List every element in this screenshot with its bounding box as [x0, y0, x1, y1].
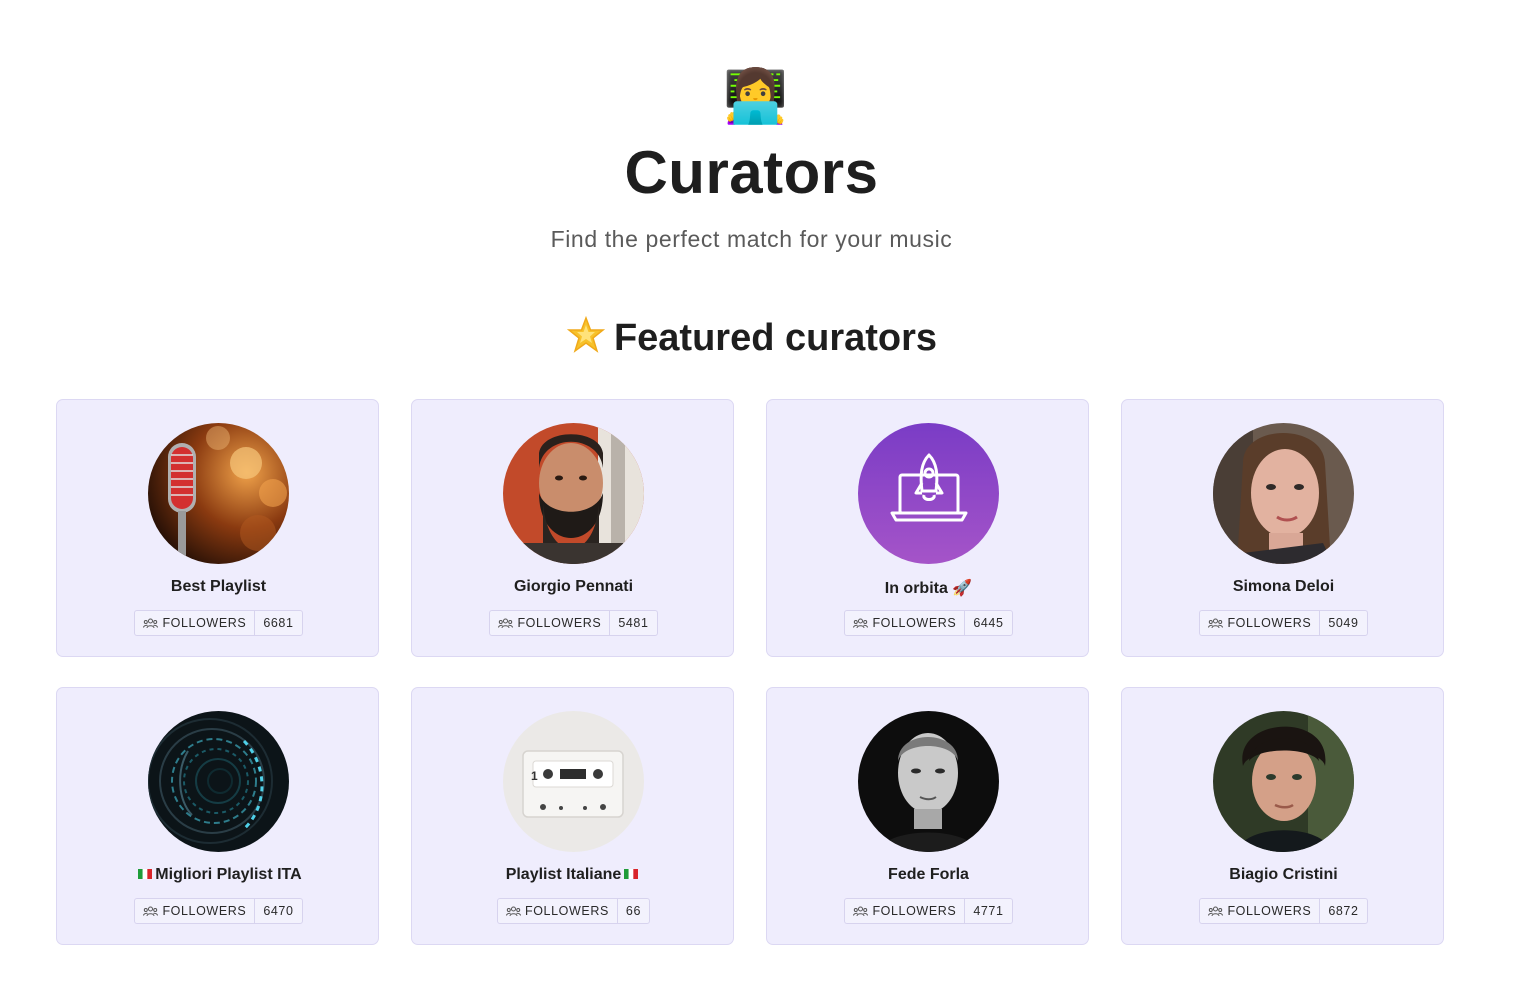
followers-count: 4771 — [973, 904, 1004, 918]
microphone-photo — [148, 423, 289, 564]
curator-avatar — [148, 423, 289, 564]
curator-name: Playlist Italiane — [412, 866, 735, 884]
followers-label: FOLLOWERS — [162, 904, 247, 918]
users-icon — [853, 906, 869, 916]
curator-name: Best Playlist — [170, 578, 267, 595]
followers-count: 6470 — [263, 904, 294, 918]
curator-card[interactable]: Best Playlist FOLLOWERS 6681 — [56, 399, 379, 657]
users-icon — [853, 618, 869, 628]
italy-flag-icon — [138, 869, 153, 879]
featured-curators-heading: Featured curators — [0, 316, 1503, 360]
page-title: Curators — [624, 139, 879, 206]
followers-badge: FOLLOWERS 4771 — [844, 898, 1013, 924]
bearded-man-photo — [503, 423, 644, 564]
followers-count: 6681 — [263, 616, 294, 630]
users-icon — [143, 618, 159, 628]
followers-count: 66 — [625, 904, 641, 918]
followers-label: FOLLOWERS — [872, 904, 957, 918]
followers-badge: FOLLOWERS 5049 — [1199, 610, 1368, 636]
users-icon — [1208, 618, 1224, 628]
curator-avatar — [858, 423, 999, 564]
curator-name-text: Playlist Italiane — [505, 866, 622, 883]
followers-badge: FOLLOWERS 66 — [497, 898, 650, 924]
curator-name: Simona Deloi — [1232, 578, 1335, 595]
bw-man-portrait-photo — [858, 711, 999, 852]
users-icon — [506, 906, 521, 916]
followers-label: FOLLOWERS — [1227, 904, 1312, 918]
curator-card[interactable]: Giorgio Pennati FOLLOWERS 5481 — [411, 399, 734, 657]
curator-card[interactable]: 1 Playlist Italiane FOLLOWERS 66 — [411, 687, 734, 945]
users-icon — [143, 906, 159, 916]
followers-label: FOLLOWERS — [517, 616, 602, 630]
featured-curators-title: Featured curators — [613, 317, 938, 359]
svg-text:1: 1 — [531, 769, 538, 783]
curator-name: In orbita 🚀 — [884, 580, 973, 597]
followers-count: 6445 — [973, 616, 1004, 630]
curator-card[interactable]: In orbita 🚀 FOLLOWERS 6445 — [766, 399, 1089, 657]
curator-name-text: Migliori Playlist ITA — [155, 866, 302, 883]
curator-avatar — [148, 711, 289, 852]
followers-badge: FOLLOWERS 6445 — [844, 610, 1013, 636]
followers-badge: FOLLOWERS 6872 — [1199, 898, 1368, 924]
curator-card[interactable]: Migliori Playlist ITA FOLLOWERS 6470 — [56, 687, 379, 945]
followers-count: 6872 — [1328, 904, 1359, 918]
users-icon — [498, 618, 514, 628]
curator-card[interactable]: Fede Forla FOLLOWERS 4771 — [766, 687, 1089, 945]
curator-avatar: 1 — [503, 711, 644, 852]
curator-name: Giorgio Pennati — [513, 578, 634, 595]
followers-badge: FOLLOWERS 5481 — [489, 610, 658, 636]
users-icon — [1208, 906, 1224, 916]
followers-badge: FOLLOWERS 6681 — [134, 610, 303, 636]
italy-flag-icon — [624, 869, 639, 879]
followers-badge: FOLLOWERS 6470 — [134, 898, 303, 924]
curators-grid: Best Playlist FOLLOWERS 6681 Giorgio Pen… — [56, 399, 1446, 945]
spiral-tunnel-photo — [148, 711, 289, 852]
rocket-laptop-logo — [858, 423, 999, 564]
followers-label: FOLLOWERS — [162, 616, 247, 630]
followers-count: 5049 — [1328, 616, 1359, 630]
curator-name: Migliori Playlist ITA — [57, 866, 380, 884]
curator-card[interactable]: Simona Deloi FOLLOWERS 5049 — [1121, 399, 1444, 657]
woman-portrait-photo — [1213, 423, 1354, 564]
curator-name: Fede Forla — [888, 866, 969, 883]
curator-name: Biagio Cristini — [1229, 866, 1338, 883]
glowing-star-icon — [566, 316, 606, 353]
curator-avatar — [858, 711, 999, 852]
followers-label: FOLLOWERS — [872, 616, 957, 630]
followers-label: FOLLOWERS — [525, 904, 609, 918]
curator-avatar — [1213, 423, 1354, 564]
curator-avatar — [1213, 711, 1354, 852]
technologist-emoji: 👩‍💻 — [723, 68, 788, 126]
page-subtitle: Find the perfect match for your music — [550, 226, 953, 252]
cassette-tape-photo: 1 — [503, 711, 644, 852]
followers-count: 5481 — [618, 616, 649, 630]
followers-label: FOLLOWERS — [1227, 616, 1312, 630]
curator-card[interactable]: Biagio Cristini FOLLOWERS 6872 — [1121, 687, 1444, 945]
curator-avatar — [503, 423, 644, 564]
young-man-portrait-photo — [1213, 711, 1354, 852]
